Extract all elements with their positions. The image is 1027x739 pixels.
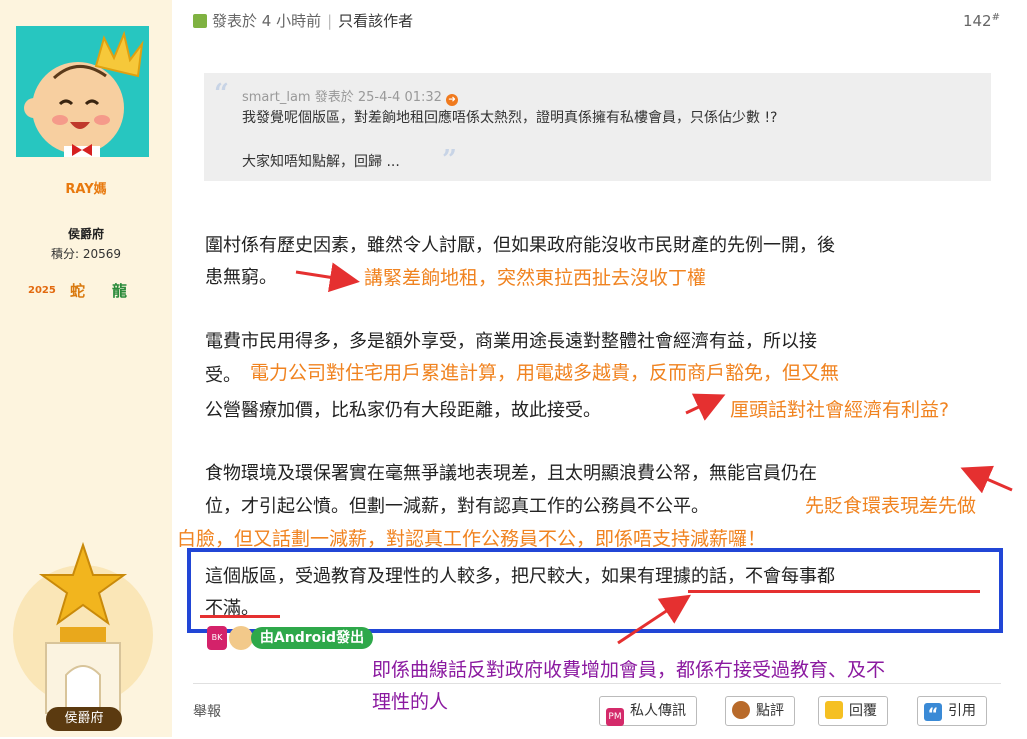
report-link[interactable]: 舉報 — [193, 701, 221, 721]
speech-bubble-icon — [825, 701, 843, 719]
android-source-tag[interactable]: BK 由Android發出 — [207, 626, 373, 650]
annotation-4a: 即係曲線話反對政府收費增加會員，都係冇接受過教育、及不 — [372, 659, 886, 681]
reply-button[interactable]: 回覆 — [818, 696, 888, 726]
pm-icon: PM — [606, 708, 624, 726]
mascot-icon — [229, 626, 253, 650]
annotation-4b: 理性的人 — [372, 691, 449, 713]
arrow-3 — [960, 465, 1013, 494]
footer-divider — [193, 683, 1001, 684]
pm-button[interactable]: PM 私人傳訊 — [599, 696, 697, 726]
annotation-arrows — [295, 262, 1013, 645]
arrow-1 — [295, 262, 360, 293]
phone-icon: BK — [207, 626, 227, 650]
quote-button[interactable]: “引用 — [917, 696, 987, 726]
arrow-4 — [617, 594, 692, 645]
android-label: 由Android發出 — [251, 627, 373, 649]
coffee-icon — [732, 701, 750, 719]
rate-button[interactable]: 點評 — [725, 696, 795, 726]
arrow-2 — [685, 393, 726, 421]
quote-icon: “ — [924, 703, 942, 723]
